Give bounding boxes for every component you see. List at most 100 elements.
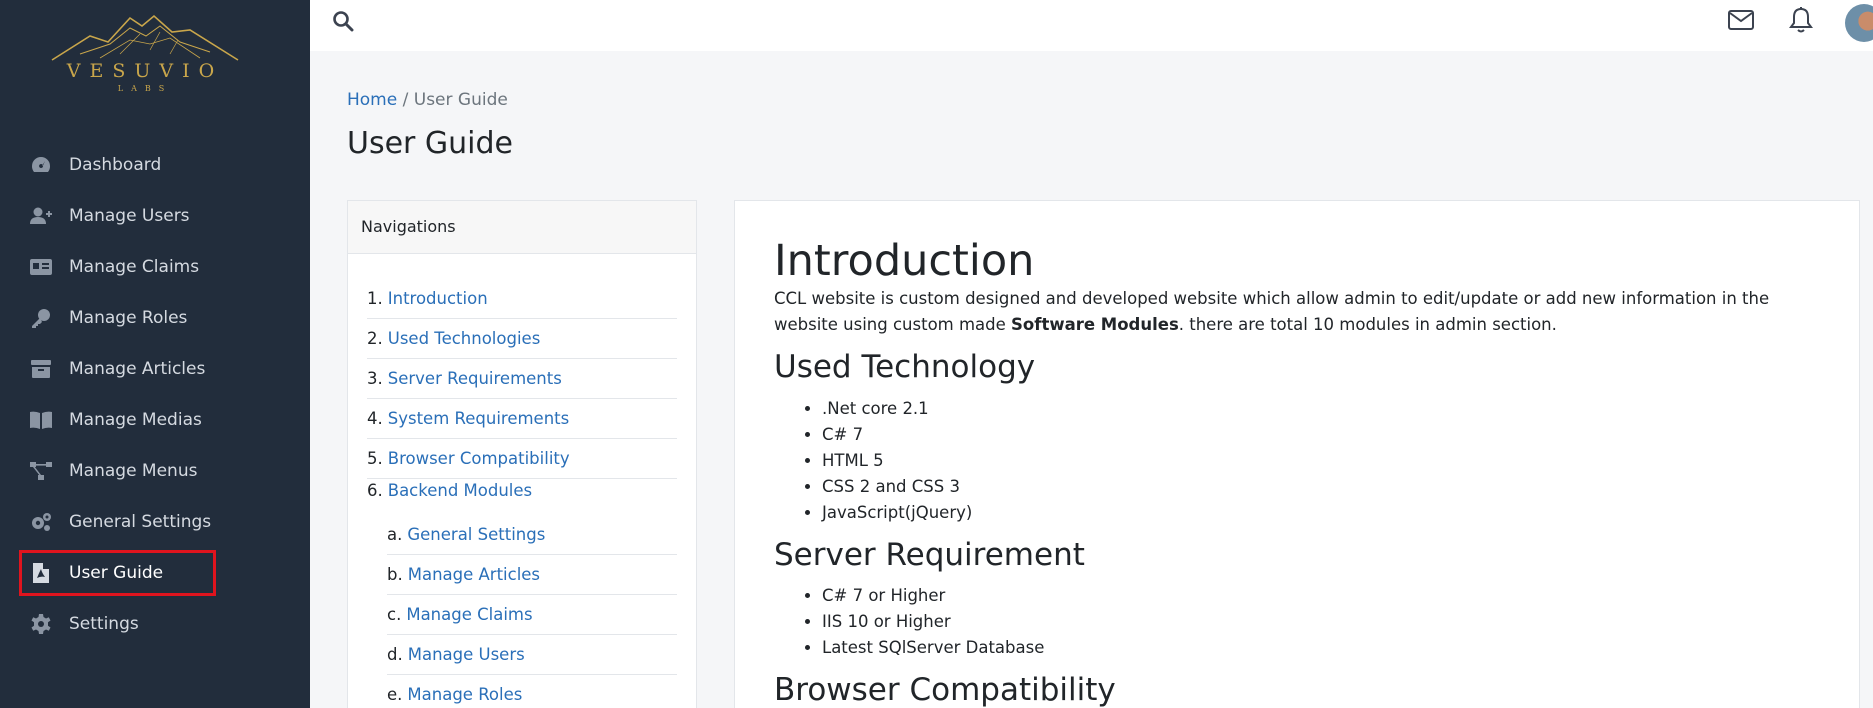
toc-number: 6. [367, 481, 383, 500]
toc-link-introduction[interactable]: Introduction [388, 289, 488, 308]
toc-subnumber: a. [387, 525, 403, 544]
sidebar-item-manage-claims[interactable]: Manage Claims [0, 241, 310, 292]
list-item: C# 7 or Higher [822, 583, 1834, 609]
breadcrumb-current: User Guide [413, 90, 508, 110]
sidebar-item-label: Dashboard [69, 154, 162, 175]
toc-sublist: a. General Settings b. Manage Articles c… [387, 515, 677, 708]
intro-bold-text: Software Modules [1011, 315, 1179, 335]
sidebar-item-label: Manage Articles [69, 358, 206, 379]
introduction-paragraph: CCL website is custom designed and devel… [774, 286, 1834, 338]
toc-subnumber: e. [387, 685, 403, 704]
document-body: Introduction CCL website is custom desig… [774, 236, 1834, 708]
list-item: IIS 10 or Higher [822, 609, 1834, 635]
brand-name: VESUVIO [66, 60, 224, 82]
section-title-introduction: Introduction [774, 236, 1035, 286]
section-title-used-technology: Used Technology [774, 349, 1036, 386]
sidebar-item-dashboard[interactable]: Dashboard [0, 139, 310, 190]
sidebar-item-manage-articles[interactable]: Manage Articles [0, 343, 310, 394]
toc-number: 1. [367, 289, 383, 308]
sidebar-item-label: Manage Roles [69, 307, 188, 328]
sidebar-item-settings[interactable]: Settings [0, 598, 310, 649]
avatar[interactable] [1845, 4, 1873, 42]
archive-icon [29, 359, 53, 379]
toc-item-server-requirements: 3. Server Requirements [367, 359, 677, 399]
toc-number: 3. [367, 369, 383, 388]
search-icon[interactable] [332, 10, 354, 32]
toc-link-manage-roles[interactable]: Manage Roles [407, 685, 522, 704]
toc-link-browser-compatibility[interactable]: Browser Compatibility [388, 449, 570, 468]
technology-list: .Net core 2.1 C# 7 HTML 5 CSS 2 and CSS … [822, 396, 1834, 526]
user-plus-icon [29, 206, 53, 226]
sidebar-item-manage-users[interactable]: Manage Users [0, 190, 310, 241]
toc-item-used-technologies: 2. Used Technologies [367, 319, 677, 359]
topbar [310, 0, 1873, 51]
sidebar-item-label: General Settings [69, 511, 212, 532]
toc-list: 1. Introduction 2. Used Technologies 3. … [367, 279, 677, 708]
section-title-browser-compatibility: Browser Compatibility [774, 672, 1116, 708]
breadcrumb-separator: / [397, 90, 414, 110]
toc-subitem-manage-roles: e. Manage Roles [387, 675, 677, 708]
toc-item-backend-modules: 6. Backend Modules [367, 479, 677, 515]
toc-sublist-container: a. General Settings b. Manage Articles c… [367, 515, 677, 708]
list-item: .Net core 2.1 [822, 396, 1834, 422]
server-requirement-list: C# 7 or Higher IIS 10 or Higher Latest S… [822, 583, 1834, 661]
sidebar-item-label: User Guide [69, 562, 164, 583]
sidebar-item-label: Manage Menus [69, 460, 198, 481]
sidebar-item-manage-medias[interactable]: Manage Medias [0, 394, 310, 445]
document-card: Introduction CCL website is custom desig… [734, 200, 1860, 708]
toc-link-server-requirements[interactable]: Server Requirements [388, 369, 562, 388]
list-item: C# 7 [822, 422, 1834, 448]
toc-subnumber: c. [387, 605, 402, 624]
toc-subnumber: b. [387, 565, 403, 584]
navigation-card-header: Navigations [348, 201, 696, 254]
toc-subitem-general-settings: a. General Settings [387, 515, 677, 555]
list-item: HTML 5 [822, 448, 1834, 474]
key-icon [29, 308, 53, 328]
cogs-icon [29, 512, 53, 532]
toc-number: 4. [367, 409, 383, 428]
toc-subnumber: d. [387, 645, 403, 664]
sidebar-item-label: Manage Claims [69, 256, 200, 277]
file-pdf-icon [29, 562, 53, 583]
toc-item-system-requirements: 4. System Requirements [367, 399, 677, 439]
sidebar-item-label: Manage Medias [69, 409, 202, 430]
sidebar-nav: Dashboard Manage Users Manage Claims Man… [0, 139, 310, 649]
sidebar-item-label: Manage Users [69, 205, 190, 226]
tachometer-icon [29, 155, 53, 175]
toc-link-manage-users[interactable]: Manage Users [408, 645, 525, 664]
list-item: JavaScript(jQuery) [822, 500, 1834, 526]
toc-link-manage-claims[interactable]: Manage Claims [406, 605, 532, 624]
sidebar-item-manage-roles[interactable]: Manage Roles [0, 292, 310, 343]
toc-link-general-settings[interactable]: General Settings [407, 525, 545, 544]
toc-link-backend-modules[interactable]: Backend Modules [388, 481, 532, 500]
toc-link-used-technologies[interactable]: Used Technologies [388, 329, 541, 348]
toc-subitem-manage-articles: b. Manage Articles [387, 555, 677, 595]
breadcrumb: Home / User Guide [347, 90, 508, 110]
sidebar-item-label: Settings [69, 613, 139, 634]
toc-item-introduction: 1. Introduction [367, 279, 677, 319]
toc-link-system-requirements[interactable]: System Requirements [388, 409, 569, 428]
intro-text-end: . there are total 10 modules in admin se… [1178, 315, 1557, 335]
toc-number: 5. [367, 449, 383, 468]
brand-logo[interactable]: VESUVIO LABS [50, 14, 240, 98]
toc-item-browser-compatibility: 5. Browser Compatibility [367, 439, 677, 479]
page-title: User Guide [347, 126, 514, 161]
toc-link-manage-articles[interactable]: Manage Articles [408, 565, 540, 584]
book-open-icon [29, 410, 53, 430]
brand-sub: LABS [117, 84, 173, 93]
section-title-server-requirement: Server Requirement [774, 536, 1085, 573]
toc-subitem-manage-claims: c. Manage Claims [387, 595, 677, 635]
mountain-logo-icon [51, 14, 239, 61]
sidebar-item-general-settings[interactable]: General Settings [0, 496, 310, 547]
sidebar: VESUVIO LABS Dashboard Manage Users Mana… [0, 0, 310, 708]
list-item: Latest SQlServer Database [822, 635, 1834, 661]
toc-subitem-manage-users: d. Manage Users [387, 635, 677, 675]
id-card-icon [29, 257, 53, 277]
navigation-card: Navigations 1. Introduction 2. Used Tech… [347, 200, 697, 708]
breadcrumb-home-link[interactable]: Home [347, 90, 397, 110]
sidebar-item-user-guide[interactable]: User Guide [0, 547, 310, 598]
toc-number: 2. [367, 329, 383, 348]
sidebar-item-manage-menus[interactable]: Manage Menus [0, 445, 310, 496]
bell-icon[interactable] [1789, 6, 1813, 34]
envelope-icon[interactable] [1727, 8, 1755, 32]
